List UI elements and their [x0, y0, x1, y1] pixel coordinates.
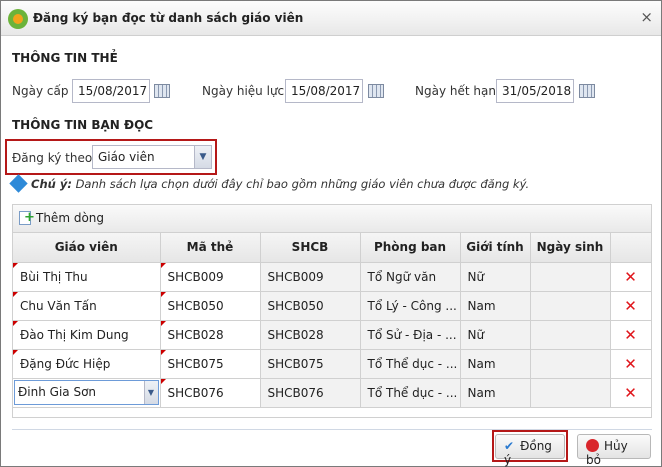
cancel-button[interactable]: Hủy bỏ — [577, 434, 651, 467]
column-header-card[interactable]: Mã thẻ — [160, 233, 261, 263]
teacher-cell[interactable]: Đào Thị Kim Dung — [13, 320, 161, 350]
calendar-icon[interactable] — [368, 84, 384, 98]
add-row-button[interactable]: Thêm dòng — [19, 210, 105, 225]
dob-cell — [530, 291, 611, 321]
teacher-grid: Thêm dòng Giáo viên Mã thẻ SHCB Phòng ba… — [12, 204, 652, 418]
gender-cell: Nam — [460, 291, 531, 321]
column-header-teacher[interactable]: Giáo viên — [13, 233, 161, 263]
chevron-down-icon[interactable]: ▼ — [143, 381, 158, 404]
dob-cell — [530, 349, 611, 379]
reader-info-heading: THÔNG TIN BẠN ĐỌC — [12, 118, 154, 132]
card-cell[interactable]: SHCB076 — [160, 378, 261, 408]
teacher-cell[interactable]: Đặng Đức Hiệp — [13, 349, 161, 379]
issue-date-label: Ngày cấp — [12, 84, 69, 98]
column-header-actions — [610, 233, 652, 263]
dialog-window: Đăng ký bạn đọc từ danh sách giáo viên ×… — [0, 0, 662, 467]
teacher-cell[interactable]: Chu Văn Tấn — [13, 291, 161, 321]
note-text: Danh sách lựa chọn dưới đây chỉ bao gồm … — [75, 177, 530, 191]
column-header-dob[interactable]: Ngày sinh — [530, 233, 611, 263]
gender-cell: Nam — [460, 349, 531, 379]
department-cell: Tổ Sử - Địa - ... — [360, 320, 461, 350]
dob-cell — [530, 320, 611, 350]
table-row[interactable]: Đặng Đức Hiệp SHCB075 SHCB075 Tổ Thể dục … — [13, 349, 652, 379]
teacher-select[interactable]: Đinh Gia Sơn ▼ — [14, 380, 159, 405]
card-info-heading: THÔNG TIN THẺ — [12, 51, 118, 65]
teacher-cell[interactable]: Bùi Thị Thu — [13, 262, 161, 292]
table-row[interactable]: Bùi Thị Thu SHCB009 SHCB009 Tổ Ngữ văn Nữ… — [13, 262, 652, 292]
register-by-value: Giáo viên — [98, 150, 155, 164]
card-cell[interactable]: SHCB050 — [160, 291, 261, 321]
title-bar: Đăng ký bạn đọc từ danh sách giáo viên × — [1, 1, 661, 36]
register-by-label: Đăng ký theo — [12, 151, 93, 165]
table-row[interactable]: Chu Văn Tấn SHCB050 SHCB050 Tổ Lý - Công … — [13, 291, 652, 321]
column-header-department[interactable]: Phòng ban — [360, 233, 461, 263]
column-header-gender[interactable]: Giới tính — [460, 233, 531, 263]
shcb-cell: SHCB050 — [260, 291, 361, 321]
delete-row-icon[interactable]: ✕ — [610, 349, 652, 379]
gender-cell: Nữ — [460, 262, 531, 292]
delete-row-icon[interactable]: ✕ — [610, 378, 652, 408]
delete-row-icon[interactable]: ✕ — [610, 291, 652, 321]
department-cell: Tổ Ngữ văn — [360, 262, 461, 292]
teacher-value: Đinh Gia Sơn — [18, 385, 97, 399]
chevron-down-icon[interactable]: ▼ — [194, 146, 211, 168]
grid-toolbar: Thêm dòng — [13, 205, 651, 233]
department-cell: Tổ Thể dục - ... — [360, 349, 461, 379]
shcb-cell: SHCB075 — [260, 349, 361, 379]
department-cell: Tổ Thể dục - ... — [360, 378, 461, 408]
grid-table: Giáo viên Mã thẻ SHCB Phòng ban Giới tín… — [13, 233, 652, 408]
card-cell[interactable]: SHCB028 — [160, 320, 261, 350]
gender-cell: Nam — [460, 378, 531, 408]
effective-date-label: Ngày hiệu lực — [202, 84, 285, 98]
calendar-icon[interactable] — [579, 84, 595, 98]
register-by-select[interactable]: Giáo viên ▼ — [92, 145, 212, 169]
add-row-label: Thêm dòng — [36, 211, 105, 225]
cancel-icon — [586, 439, 599, 452]
note-label: Chú ý: — [31, 177, 72, 191]
dialog-title: Đăng ký bạn đọc từ danh sách giáo viên — [33, 11, 304, 25]
shcb-cell: SHCB009 — [260, 262, 361, 292]
table-row[interactable]: Đào Thị Kim Dung SHCB028 SHCB028 Tổ Sử - … — [13, 320, 652, 350]
close-icon[interactable]: × — [640, 8, 653, 26]
dob-cell — [530, 262, 611, 292]
card-cell[interactable]: SHCB075 — [160, 349, 261, 379]
note: Chú ý: Danh sách lựa chọn dưới đây chỉ b… — [9, 174, 530, 193]
teacher-cell[interactable]: Đinh Gia Sơn ▼ — [13, 378, 161, 408]
issue-date-input[interactable]: 15/08/2017 — [72, 79, 150, 103]
column-header-shcb[interactable]: SHCB — [260, 233, 361, 263]
shcb-cell: SHCB028 — [260, 320, 361, 350]
gender-cell: Nữ — [460, 320, 531, 350]
card-cell[interactable]: SHCB009 — [160, 262, 261, 292]
ok-button[interactable]: ✔ Đồng ý — [495, 434, 565, 467]
delete-row-icon[interactable]: ✕ — [610, 262, 652, 292]
add-row-icon — [19, 210, 35, 225]
expiry-date-input[interactable]: 31/05/2018 — [496, 79, 574, 103]
expiry-date-label: Ngày hết hạn — [415, 84, 496, 98]
table-row[interactable]: Đinh Gia Sơn ▼ SHCB076 SHCB076 Tổ Thể dục … — [13, 378, 652, 408]
calendar-icon[interactable] — [154, 84, 170, 98]
department-cell: Tổ Lý - Công ... — [360, 291, 461, 321]
info-icon — [9, 174, 28, 193]
shcb-cell: SHCB076 — [260, 378, 361, 408]
effective-date-input[interactable]: 15/08/2017 — [285, 79, 363, 103]
app-icon — [8, 9, 28, 29]
delete-row-icon[interactable]: ✕ — [610, 320, 652, 350]
dob-cell — [530, 378, 611, 408]
check-icon: ✔ — [504, 439, 515, 453]
